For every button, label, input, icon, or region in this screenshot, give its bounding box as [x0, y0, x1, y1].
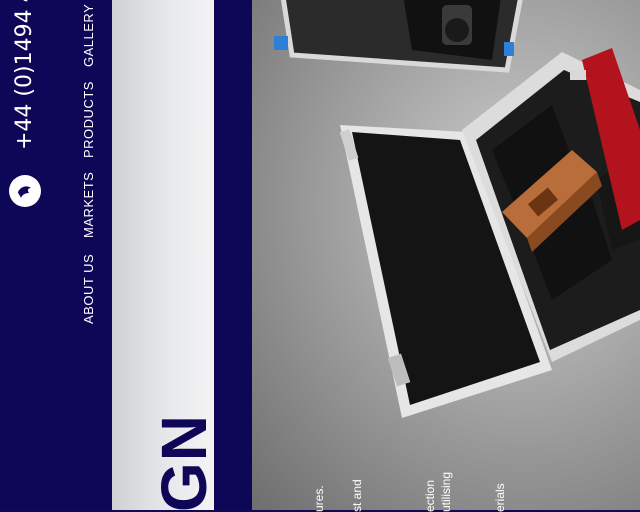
description-line-5: erials: [493, 483, 507, 512]
nav-gallery[interactable]: GALLERY: [81, 4, 96, 67]
flight-case-illustration: [274, 0, 640, 418]
hero-image: [252, 0, 640, 510]
top-case: [274, 0, 523, 73]
nav-about-us[interactable]: ABOUT US: [81, 254, 96, 324]
description-line-3: ection: [423, 479, 437, 512]
brand-icon[interactable]: [9, 175, 41, 207]
page-title: GN: [148, 414, 220, 512]
phone-number[interactable]: +44 (0)1494 474: [12, 0, 37, 150]
description-line-4: utilising: [439, 471, 453, 512]
nav-markets[interactable]: MARKETS: [81, 172, 96, 238]
description-line-2: st and: [350, 479, 364, 512]
description-line-1: ures.: [312, 485, 326, 512]
header-bar: +44 (0)1494 474 GALLERY PRODUCTS MARKETS…: [0, 0, 112, 510]
bird-icon: [18, 186, 31, 198]
nav-products[interactable]: PRODUCTS: [81, 81, 96, 158]
divider-strip: [214, 0, 252, 510]
